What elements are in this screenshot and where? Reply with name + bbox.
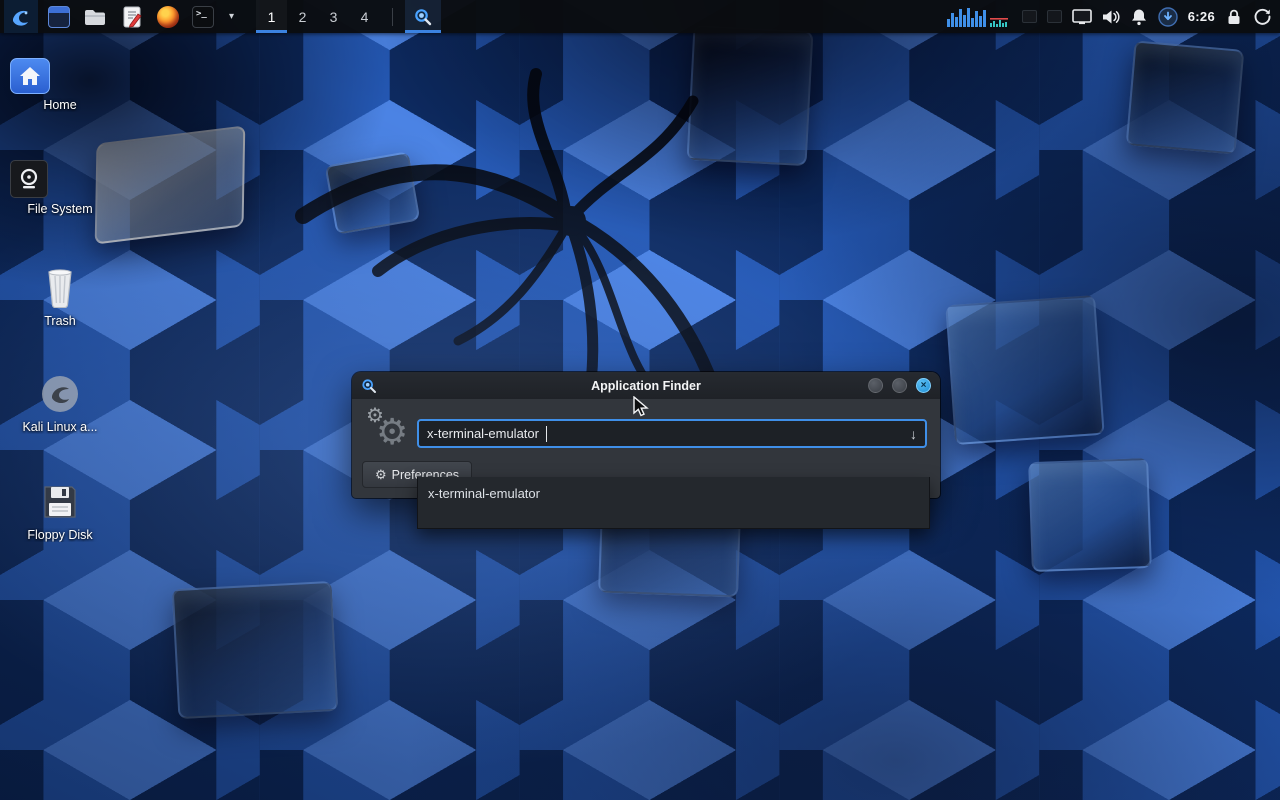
gear-large-icon: ⚙: [376, 411, 408, 453]
desktop-icon-trash[interactable]: Trash: [10, 266, 110, 328]
firefox-button[interactable]: [154, 0, 182, 33]
chevron-down-icon: ▾: [227, 11, 236, 22]
padlock-icon: [1225, 8, 1243, 26]
close-button[interactable]: ×: [916, 378, 931, 393]
window-icon: [48, 6, 70, 28]
terminal-button[interactable]: >_: [189, 0, 217, 33]
circle-arrow-icon: [1158, 7, 1178, 27]
desktop-icon-home[interactable]: Home: [10, 58, 110, 112]
completion-item[interactable]: x-terminal-emulator: [418, 477, 929, 510]
gears-icon: ⚙ ⚙: [364, 403, 416, 459]
maximize-button[interactable]: [892, 378, 907, 393]
minimize-button[interactable]: [868, 378, 883, 393]
firefox-icon: [157, 6, 179, 28]
top-panel: >_ ▾ 1 2 3 4: [0, 0, 1280, 33]
trash-icon: [10, 266, 110, 310]
volume-tray[interactable]: [1102, 9, 1120, 25]
workspace-3-button[interactable]: 3: [318, 0, 349, 33]
terminal-dropdown-button[interactable]: ▾: [224, 0, 239, 33]
bell-icon: [1130, 8, 1148, 26]
display-settings-tray[interactable]: [1072, 9, 1092, 25]
desktop-icon-label: Kali Linux a...: [10, 420, 110, 434]
finder-titlebar[interactable]: Application Finder ×: [352, 372, 940, 399]
mini-window-icon: [1047, 10, 1062, 23]
text-caret: [546, 426, 548, 442]
gear-icon: ⚙: [375, 467, 387, 483]
kali-menu-button[interactable]: [4, 0, 38, 33]
mini-window-icon: [1022, 10, 1037, 23]
session-button[interactable]: [1253, 7, 1272, 26]
floppy-disk-icon: [10, 480, 110, 524]
window-app-button[interactable]: [45, 0, 73, 33]
desktop-icon-label: Trash: [10, 314, 110, 328]
network-monitor-graph[interactable]: [946, 5, 1012, 29]
document-pencil-icon: [120, 5, 144, 29]
file-system-icon: [10, 160, 48, 198]
clock[interactable]: 6:26: [1188, 9, 1215, 24]
desktop-icon-label: Home: [10, 98, 110, 112]
panel-separator: [392, 8, 393, 26]
workspace-1-button[interactable]: 1: [256, 0, 287, 33]
monitor-icon: [1072, 9, 1092, 25]
tray-window-2[interactable]: [1047, 10, 1062, 23]
updates-tray[interactable]: [1158, 7, 1178, 27]
desktop-icon-floppy[interactable]: Floppy Disk: [10, 480, 110, 542]
desktop-icon-kali-places[interactable]: Kali Linux a...: [10, 372, 110, 434]
network-graph-icon: [946, 5, 1012, 29]
folder-icon: [83, 5, 107, 29]
dropdown-arrow-icon[interactable]: ↓: [910, 426, 917, 442]
app-finder-task-button[interactable]: [405, 0, 441, 33]
app-finder-window-icon[interactable]: [361, 378, 377, 394]
window-controls: ×: [868, 378, 931, 393]
screen-lock-button[interactable]: [1225, 8, 1243, 26]
completion-popup: x-terminal-emulator: [417, 477, 930, 529]
notifications-tray[interactable]: [1130, 8, 1148, 26]
tray-window-1[interactable]: [1022, 10, 1037, 23]
home-icon: [10, 58, 50, 94]
text-editor-button[interactable]: [117, 0, 147, 33]
file-manager-button[interactable]: [80, 0, 110, 33]
search-input[interactable]: x-terminal-emulator ↓: [417, 419, 927, 448]
desktop-icon-label: File System: [10, 202, 110, 216]
kali-logo-icon: [10, 6, 32, 28]
terminal-icon: >_: [192, 6, 214, 28]
refresh-circle-icon: [1253, 7, 1272, 26]
application-finder-window: Application Finder × ⚙ ⚙ x-terminal-emul…: [352, 372, 940, 498]
workspace-4-button[interactable]: 4: [349, 0, 380, 33]
speaker-icon: [1102, 9, 1120, 25]
desktop-icon-label: Floppy Disk: [10, 528, 110, 542]
search-input-value: x-terminal-emulator: [427, 426, 539, 441]
workspace-2-button[interactable]: 2: [287, 0, 318, 33]
workspace-pager: 1 2 3 4: [256, 0, 380, 33]
magnifier-icon: [413, 7, 433, 27]
window-title: Application Finder: [352, 379, 940, 393]
panel-tray: 6:26: [946, 0, 1280, 33]
finder-body: ⚙ ⚙ x-terminal-emulator ↓ ⚙ Preferences …: [352, 399, 940, 498]
desktop-icon-file-system[interactable]: File System: [10, 160, 110, 216]
kali-places-icon: [10, 372, 110, 416]
panel-left-cluster: >_ ▾ 1 2 3 4: [0, 0, 441, 33]
